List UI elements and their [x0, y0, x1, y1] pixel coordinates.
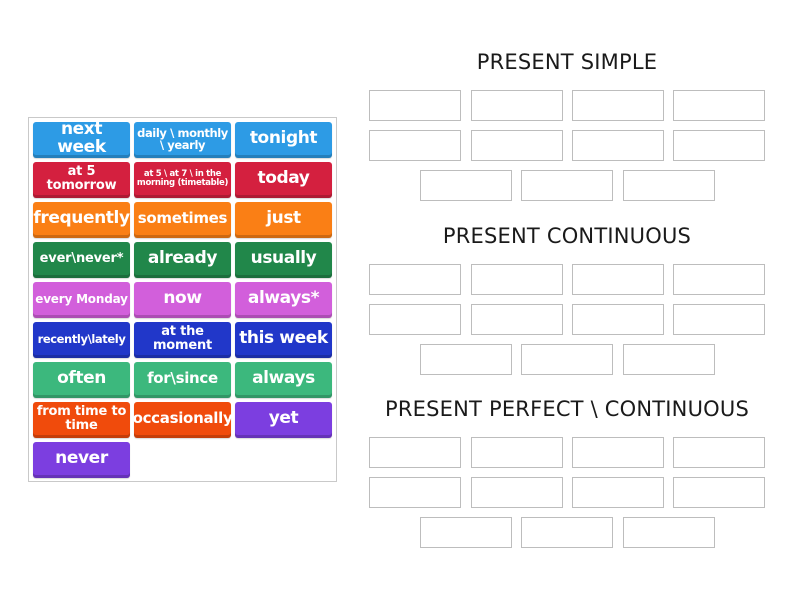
word-tile[interactable]: usually	[235, 242, 332, 278]
drop-slot[interactable]	[420, 344, 512, 375]
drop-slot[interactable]	[521, 344, 613, 375]
drop-slot[interactable]	[471, 437, 563, 468]
group-heading-present-simple: PRESENT SIMPLE	[476, 50, 658, 74]
word-tile[interactable]: from time to time	[33, 402, 130, 438]
word-tile[interactable]: now	[134, 282, 231, 318]
word-tile[interactable]: every Monday	[33, 282, 130, 318]
drop-slot[interactable]	[673, 130, 765, 161]
word-tile[interactable]: at 5 tomorrow	[33, 162, 130, 198]
drop-slot[interactable]	[572, 477, 664, 508]
drop-slot[interactable]	[572, 264, 664, 295]
drop-slot[interactable]	[673, 304, 765, 335]
drop-slot[interactable]	[471, 130, 563, 161]
drop-slot[interactable]	[521, 170, 613, 201]
drop-slot[interactable]	[572, 90, 664, 121]
drop-slot[interactable]	[471, 264, 563, 295]
word-tile[interactable]: often	[33, 362, 130, 398]
word-tile-tray: next week daily \ monthly \ yearly tonig…	[28, 117, 337, 482]
word-tile[interactable]: at the moment	[134, 322, 231, 358]
word-tile[interactable]: ever\never*	[33, 242, 130, 278]
word-tile[interactable]: occasionally	[133, 402, 233, 438]
drop-slot[interactable]	[369, 437, 461, 468]
word-tile[interactable]: tonight	[235, 122, 332, 158]
word-tile[interactable]: daily \ monthly \ yearly	[134, 122, 231, 158]
drop-slot[interactable]	[623, 344, 715, 375]
drop-slot[interactable]	[623, 517, 715, 548]
group-heading-present-perfect-continuous: PRESENT PERFECT \ CONTINUOUS	[385, 397, 749, 421]
drop-slot[interactable]	[369, 304, 461, 335]
word-tile[interactable]: always	[235, 362, 332, 398]
drop-slot[interactable]	[471, 477, 563, 508]
word-tile[interactable]: for\since	[134, 362, 231, 398]
word-tile[interactable]: recently\lately	[33, 322, 130, 358]
drop-slot[interactable]	[673, 90, 765, 121]
drop-slot[interactable]	[369, 130, 461, 161]
word-tile[interactable]: always*	[235, 282, 332, 318]
drop-slot[interactable]	[420, 517, 512, 548]
word-tile[interactable]: next week	[33, 120, 130, 158]
drop-slot[interactable]	[673, 437, 765, 468]
word-tile[interactable]: this week	[235, 322, 332, 358]
word-tile[interactable]: never	[33, 442, 130, 478]
drop-slot[interactable]	[369, 264, 461, 295]
drop-slot[interactable]	[420, 170, 512, 201]
word-tile[interactable]: already	[134, 242, 231, 278]
group-heading-present-continuous: PRESENT CONTINUOUS	[442, 224, 692, 248]
drop-slot[interactable]	[623, 170, 715, 201]
drop-slot[interactable]	[521, 517, 613, 548]
drop-slot[interactable]	[673, 477, 765, 508]
drop-slot[interactable]	[369, 90, 461, 121]
drop-slot[interactable]	[572, 130, 664, 161]
word-tile[interactable]: today	[235, 162, 332, 198]
word-tile[interactable]: at 5 \ at 7 \ in the morning (timetable)	[134, 162, 231, 198]
word-tile[interactable]: just	[235, 202, 332, 238]
drop-slot[interactable]	[471, 90, 563, 121]
word-tile[interactable]: yet	[235, 402, 332, 438]
word-tile[interactable]: sometimes	[134, 202, 231, 238]
drop-slot[interactable]	[369, 477, 461, 508]
drop-slot[interactable]	[471, 304, 563, 335]
drop-slot[interactable]	[572, 304, 664, 335]
drop-slot[interactable]	[673, 264, 765, 295]
word-tile[interactable]: frequently	[33, 202, 130, 238]
drop-slot[interactable]	[572, 437, 664, 468]
